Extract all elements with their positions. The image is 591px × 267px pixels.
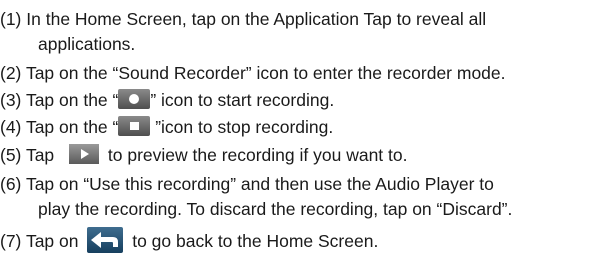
step-5: (5) Tap to preview the recording if you …: [0, 143, 407, 167]
step-text-before: Tap: [25, 145, 60, 165]
step-text-before: Tap on: [25, 231, 84, 251]
step-text: Tap on the “Sound Recorder” icon to ente…: [25, 63, 506, 83]
step-text-after: to go back to the Home Screen.: [127, 231, 379, 251]
step-number: (7): [0, 231, 22, 251]
step-text-before: Tap on the “: [25, 90, 119, 110]
back-arrow-icon: [87, 227, 124, 254]
record-button-icon: [118, 89, 151, 110]
step-text: In the Home Screen, tap on the Applicati…: [26, 9, 487, 29]
step-number: (3): [0, 90, 22, 110]
step-6-line-2: play the recording. To discard the recor…: [38, 199, 513, 219]
step-number: (4): [0, 117, 22, 137]
step-number: (5): [0, 145, 22, 165]
step-text-after: to preview the recording if you want to.: [103, 145, 408, 165]
step-4: (4) Tap on the “ ”icon to stop recording…: [0, 115, 333, 139]
step-text-after: ” icon to start recording.: [150, 90, 335, 110]
stop-button-icon: [118, 116, 151, 137]
play-button-icon: [69, 144, 100, 165]
step-text: Tap on “Use this recording” and then use…: [25, 174, 494, 194]
step-number: (2): [0, 63, 22, 83]
step-number: (6): [0, 174, 22, 194]
step-3: (3) Tap on the “ ” icon to start recordin…: [0, 88, 334, 112]
step-text-before: Tap on the “: [25, 117, 119, 137]
step-2: (2) Tap on the “Sound Recorder” icon to …: [0, 61, 506, 85]
step-1-line-1: (1) In the Home Screen, tap on the Appli…: [0, 7, 486, 31]
step-number: (1): [0, 9, 22, 29]
instructions-page: (1) In the Home Screen, tap on the Appli…: [0, 0, 591, 267]
step-1-line-2: applications.: [38, 34, 136, 54]
step-6-line-1: (6) Tap on “Use this recording” and then…: [0, 172, 494, 196]
step-7: (7) Tap on to go back to the Home Screen…: [0, 227, 379, 255]
step-text-after: ”icon to stop recording.: [150, 117, 334, 137]
